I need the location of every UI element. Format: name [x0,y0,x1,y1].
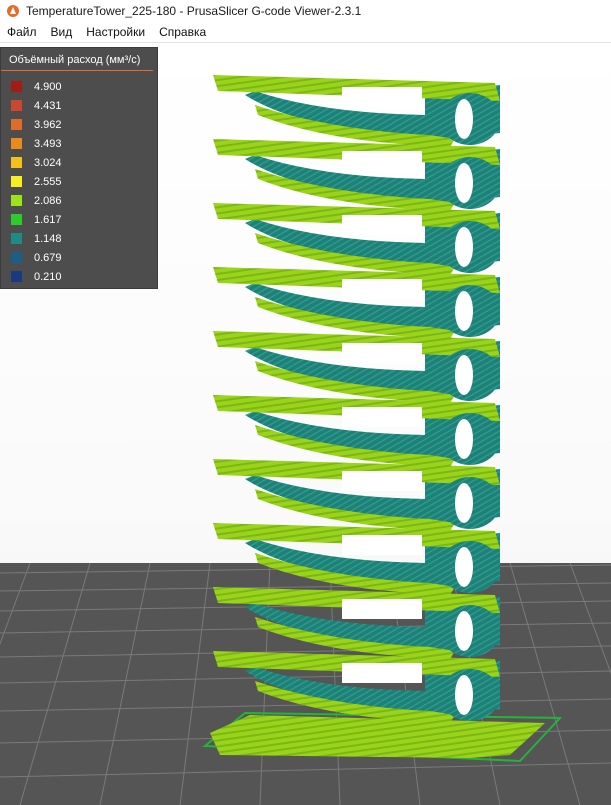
legend-swatch [11,214,22,225]
legend-swatch [11,271,22,282]
tower-cylinder-hole [455,547,473,587]
gcode-3d-viewport[interactable]: Объёмный расход (мм³/с) 4.900 4.431 3.96… [0,43,611,805]
tower-cylinder-hole [455,419,473,459]
legend-entry: 0.210 [1,267,157,286]
legend-swatch [11,252,22,263]
tower-bridge-gap [342,471,422,491]
legend-swatch [11,100,22,111]
tower-cylinder-hole [455,483,473,523]
legend-value: 4.431 [34,99,62,112]
legend-swatch [11,176,22,187]
legend-title: Объёмный расход (мм³/с) [1,48,153,71]
legend-entry: 4.431 [1,96,157,115]
tower-bridge-gap [342,343,422,363]
legend-value: 0.679 [34,251,62,264]
legend-value: 0.210 [34,270,62,283]
tower-bridge-gap [342,151,422,171]
legend-swatch [11,119,22,130]
legend-value: 2.086 [34,194,62,207]
legend-list: 4.900 4.431 3.962 3.493 3.024 2.555 2.08… [1,77,157,286]
tower-bridge-gap [342,279,422,299]
window-title: TemperatureTower_225-180 - PrusaSlicer G… [26,4,362,18]
menu-settings[interactable]: Настройки [79,22,152,42]
tower-cylinder-hole [455,163,473,203]
legend-entry: 2.086 [1,191,157,210]
tower-cylinder-hole [455,675,473,715]
tower-bridge-gap [342,535,422,555]
legend-entry: 3.962 [1,115,157,134]
legend-swatch [11,233,22,244]
tower-bridge-gap [342,663,422,683]
legend-swatch [11,157,22,168]
legend-panel: Объёмный расход (мм³/с) 4.900 4.431 3.96… [0,47,158,289]
legend-value: 1.617 [34,213,62,226]
window-titlebar: TemperatureTower_225-180 - PrusaSlicer G… [0,0,611,22]
legend-value: 1.148 [34,232,62,245]
tower-bridge-gap [342,215,422,235]
tower-cylinder-hole [455,99,473,139]
tower-bridge-gap [342,599,422,619]
tower-cylinder-hole [455,227,473,267]
legend-entry: 3.493 [1,134,157,153]
prusa-app-icon [7,5,19,17]
legend-value: 2.555 [34,175,62,188]
legend-entry: 3.024 [1,153,157,172]
tower-cylinder-hole [455,355,473,395]
menu-bar: Файл Вид Настройки Справка [0,22,611,43]
legend-value: 3.024 [34,156,62,169]
legend-entry: 0.679 [1,248,157,267]
legend-entry: 4.900 [1,77,157,96]
legend-entry: 1.617 [1,210,157,229]
legend-swatch [11,81,22,92]
tower-bridge-gap [342,407,422,427]
legend-value: 3.493 [34,137,62,150]
menu-file[interactable]: Файл [0,22,44,42]
legend-value: 4.900 [34,80,62,93]
legend-entry: 1.148 [1,229,157,248]
menu-view[interactable]: Вид [44,22,80,42]
menu-help[interactable]: Справка [152,22,213,42]
legend-swatch [11,138,22,149]
tower-bridge-gap [342,87,422,107]
legend-entry: 2.555 [1,172,157,191]
tower-cylinder-hole [455,611,473,651]
tower-cylinder-hole [455,291,473,331]
legend-swatch [11,195,22,206]
legend-value: 3.962 [34,118,62,131]
